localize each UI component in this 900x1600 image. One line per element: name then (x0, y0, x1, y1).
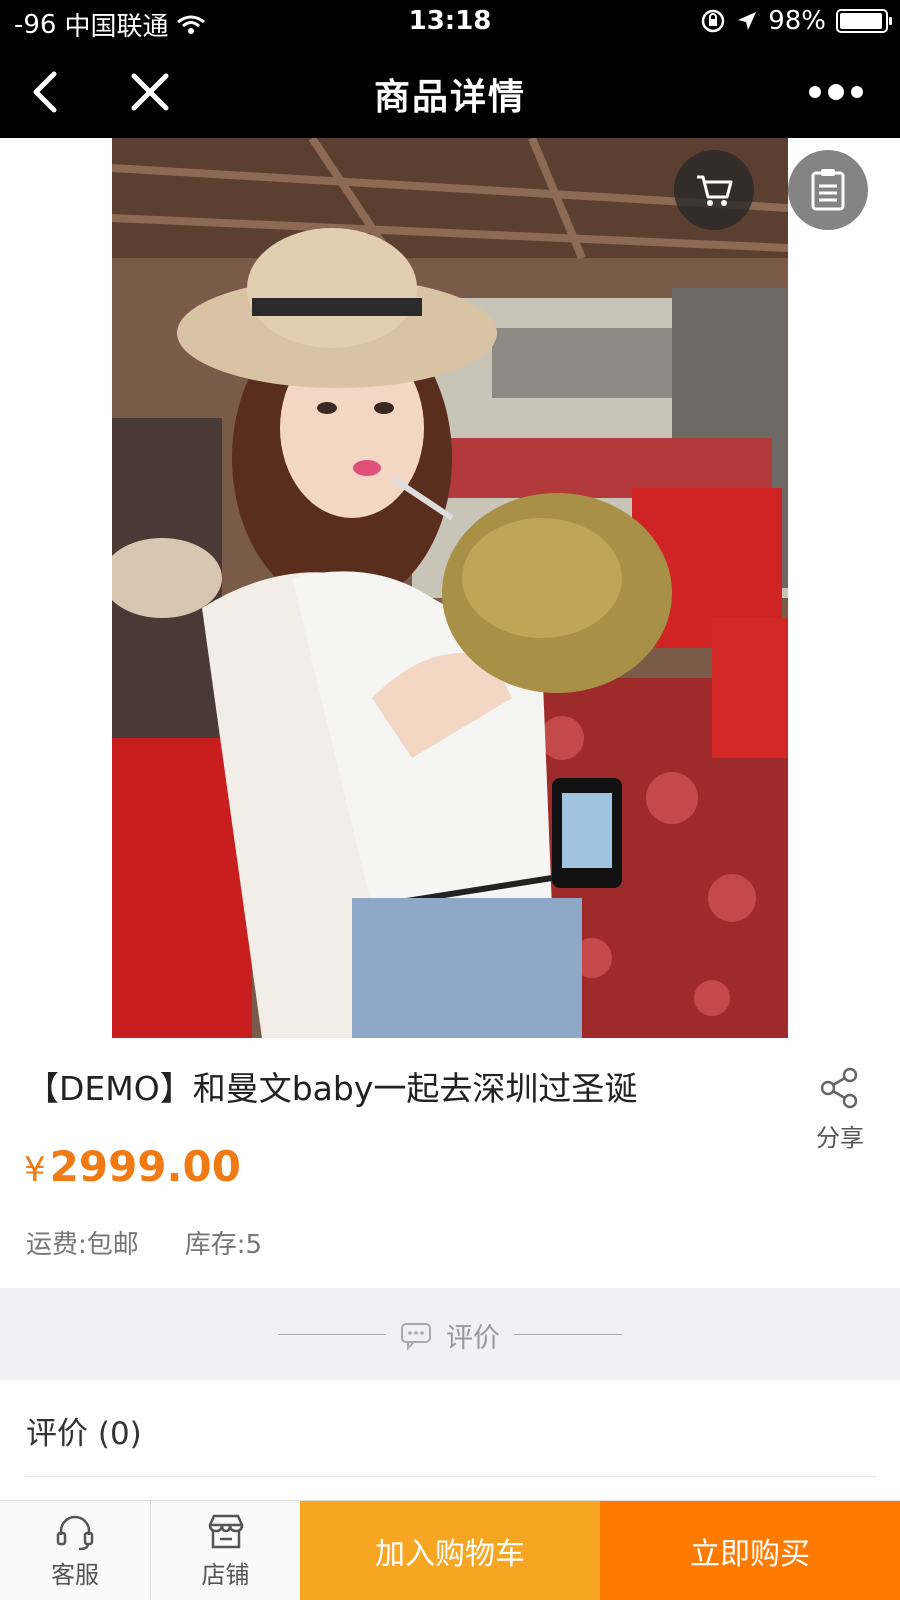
cart-icon (697, 175, 733, 206)
status-bar: -96 中国联通 13:18 98% (0, 0, 900, 46)
stock-info: 库存:5 (184, 1230, 263, 1260)
store-label: 店铺 (201, 1560, 250, 1589)
list-button[interactable] (788, 150, 868, 230)
cart-button[interactable] (674, 150, 754, 230)
share-button[interactable]: 分享 (800, 1066, 880, 1153)
product-image-area (0, 138, 900, 1038)
battery-percent: 98% (768, 6, 826, 36)
rotation-lock-icon (701, 9, 725, 33)
product-title: 【DEMO】和曼文baby一起去深圳过圣诞 (26, 1069, 638, 1108)
share-icon (820, 1067, 858, 1109)
divider-label: 评价 (446, 1323, 500, 1354)
store-button[interactable]: 店铺 (150, 1501, 300, 1600)
customer-service-button[interactable]: 客服 (0, 1501, 150, 1600)
buy-now-button[interactable]: 立即购买 (600, 1501, 900, 1600)
review-section: 评价 (0) (0, 1380, 900, 1500)
review-divider: 评价 (0, 1288, 900, 1380)
product-price: ¥ 2999.00 (24, 1142, 241, 1191)
price-currency: ¥ (24, 1150, 46, 1190)
review-divider-rule (26, 1476, 876, 1477)
price-value: 2999.00 (49, 1142, 241, 1191)
more-dots-icon[interactable] (806, 76, 866, 108)
add-to-cart-button[interactable]: 加入购物车 (300, 1501, 600, 1600)
shipping-info: 运费:包邮 (26, 1230, 139, 1260)
page-title: 商品详情 (373, 77, 526, 118)
divider-line-right (514, 1334, 622, 1335)
headset-icon (56, 1515, 94, 1550)
store-icon (208, 1514, 243, 1548)
review-count[interactable]: 评价 (0) (26, 1408, 142, 1453)
comment-icon (401, 1322, 431, 1350)
product-meta: 运费:包邮 库存:5 (26, 1224, 262, 1261)
battery-icon (836, 9, 892, 33)
location-arrow-icon (738, 12, 757, 30)
share-label: 分享 (816, 1124, 864, 1152)
bottom-action-bar: 客服 店铺 加入购物车 立即购买 (0, 1500, 900, 1600)
list-icon (811, 169, 845, 211)
divider-center: 评价 (400, 1316, 500, 1355)
nav-bar: 商品详情 (0, 46, 900, 138)
customer-service-label: 客服 (51, 1560, 99, 1589)
divider-line-left (278, 1334, 386, 1335)
product-info: 【DEMO】和曼文baby一起去深圳过圣诞 分享 ¥ 2999.00 运费:包邮… (0, 1038, 900, 1288)
status-right: 98% (700, 6, 892, 36)
product-photo[interactable] (112, 138, 788, 1038)
